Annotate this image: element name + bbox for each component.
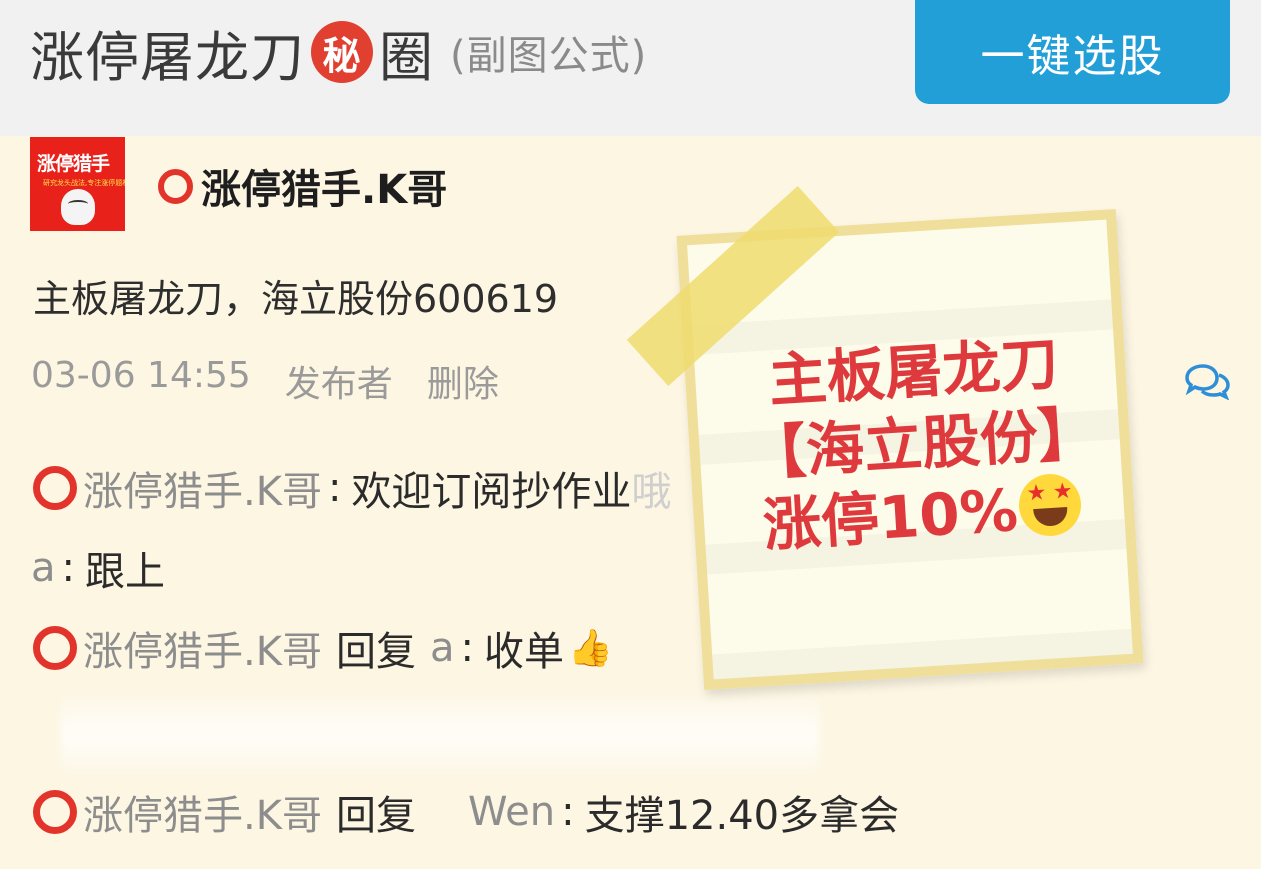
- top-bar: 涨停屠龙刀 秘 圈 (副图公式) 一键选股: [0, 0, 1261, 136]
- comment-author[interactable]: 涨停猎手.K哥: [83, 459, 322, 517]
- star-struck-emoji: [1017, 472, 1084, 538]
- delete-link[interactable]: 删除: [427, 355, 499, 407]
- ring-icon: [33, 626, 77, 670]
- post-author[interactable]: 涨停猎手.K哥: [158, 158, 447, 214]
- comment-2[interactable]: a : 跟上: [31, 538, 165, 598]
- comment-author[interactable]: 涨停猎手.K哥: [83, 619, 322, 677]
- title-text: 涨停屠龙刀: [30, 25, 305, 89]
- comment-1[interactable]: 涨停猎手.K哥 : 欢迎订阅抄作业 哦: [31, 458, 671, 518]
- comment-colon: :: [561, 789, 575, 835]
- post-timestamp: 03-06 14:55: [31, 355, 251, 396]
- post-body: 主板屠龙刀，海立股份600619: [33, 277, 559, 321]
- comment-colon: :: [327, 465, 342, 511]
- post-meta: 03-06 14:55 发布者 删除: [31, 355, 533, 407]
- comment-icon[interactable]: [1183, 364, 1231, 400]
- comment-text: 欢迎订阅抄作业: [351, 469, 632, 515]
- reply-label: 回复: [335, 629, 416, 675]
- thumbs-up-icon: 👍: [567, 628, 613, 669]
- ring-icon: [158, 168, 193, 204]
- reply-to[interactable]: Wen: [468, 789, 555, 835]
- sticky-note-text: 主板屠龙刀 【海立股份】 涨停10%: [742, 326, 1098, 562]
- comment-colon: :: [460, 625, 474, 671]
- avatar-title: 涨停猎手: [37, 153, 110, 175]
- cow-mascot-icon: [61, 189, 95, 225]
- blurred-comment: [60, 690, 820, 780]
- comment-3[interactable]: 涨停猎手.K哥 回复 a : 收单 👍: [31, 618, 613, 678]
- ring-icon: [33, 466, 77, 510]
- app-subtitle: (副图公式): [450, 33, 648, 79]
- comment-author[interactable]: a: [31, 545, 56, 591]
- secret-badge: 秘: [311, 21, 373, 83]
- comment-author[interactable]: 涨停猎手.K哥: [83, 783, 322, 841]
- note-line-3: 涨停10%: [761, 476, 1020, 560]
- avatar-tagline: 研究龙头战法,专注涨停题材: [43, 179, 125, 187]
- reply-to[interactable]: a: [430, 625, 455, 671]
- reply-label: 回复: [335, 793, 416, 839]
- comment-trail: 哦: [631, 469, 672, 515]
- comment-text: 支撑12.40多拿会: [584, 793, 900, 839]
- post-author-name: 涨停猎手.K哥: [201, 167, 448, 213]
- app-title: 涨停屠龙刀 秘 圈 (副图公式): [30, 12, 647, 92]
- comment-text: 跟上: [85, 549, 165, 595]
- title-text-end: 圈: [379, 25, 434, 89]
- one-click-select-button[interactable]: 一键选股: [915, 0, 1230, 104]
- comment-4[interactable]: 涨停猎手.K哥 回复 Wen : 支撑12.40多拿会: [31, 782, 899, 842]
- publisher-label: 发布者: [284, 364, 393, 405]
- author-avatar[interactable]: 涨停猎手 研究龙头战法,专注涨停题材: [30, 137, 125, 231]
- comment-colon: :: [61, 545, 75, 591]
- ring-icon: [33, 790, 77, 834]
- comment-text: 收单: [483, 629, 564, 675]
